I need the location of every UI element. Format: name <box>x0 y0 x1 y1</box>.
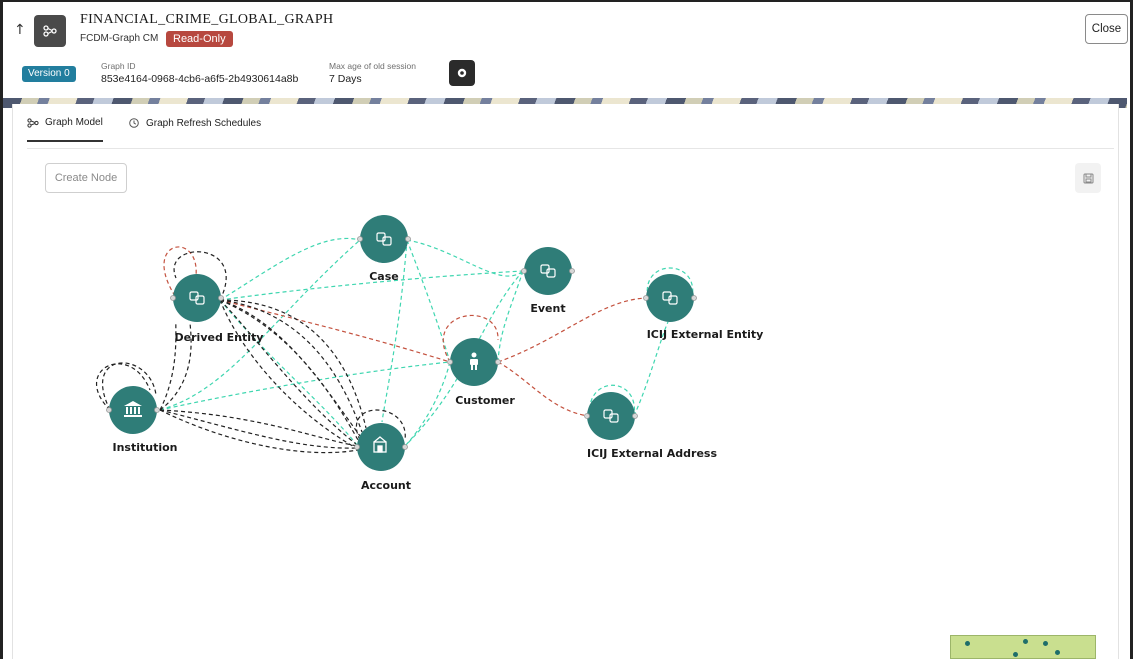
node-label: Event <box>530 302 565 315</box>
node-circle <box>360 215 408 263</box>
node-circle <box>587 392 635 440</box>
minimap-node <box>1023 639 1028 644</box>
node-case[interactable]: Case <box>360 215 408 283</box>
node-label: Case <box>369 270 399 283</box>
graph-canvas[interactable]: Case Event Derived Entity ICIJ External … <box>0 0 1133 659</box>
node-circle <box>646 274 694 322</box>
node-circle <box>109 386 157 434</box>
node-icij-external-address[interactable]: ICIJ External Address <box>587 392 717 460</box>
node-circle <box>524 247 572 295</box>
node-label: Institution <box>112 441 177 454</box>
graph-minimap[interactable] <box>950 635 1096 659</box>
node-label: ICIJ External Address <box>587 447 717 460</box>
node-derived-entity[interactable]: Derived Entity <box>173 274 263 344</box>
node-label: Derived Entity <box>175 331 264 344</box>
node-label: Account <box>361 479 411 492</box>
minimap-node <box>965 641 970 646</box>
node-circle <box>173 274 221 322</box>
minimap-node <box>1043 641 1048 646</box>
node-icij-external-entity[interactable]: ICIJ External Entity <box>646 274 763 341</box>
node-label: ICIJ External Entity <box>647 328 764 341</box>
node-institution[interactable]: Institution <box>109 386 178 454</box>
minimap-node <box>1055 650 1060 655</box>
minimap-node <box>1013 652 1018 657</box>
node-label: Customer <box>455 394 515 407</box>
node-customer[interactable]: Customer <box>450 338 515 407</box>
node-account[interactable]: Account <box>357 423 411 492</box>
node-event[interactable]: Event <box>524 247 572 315</box>
